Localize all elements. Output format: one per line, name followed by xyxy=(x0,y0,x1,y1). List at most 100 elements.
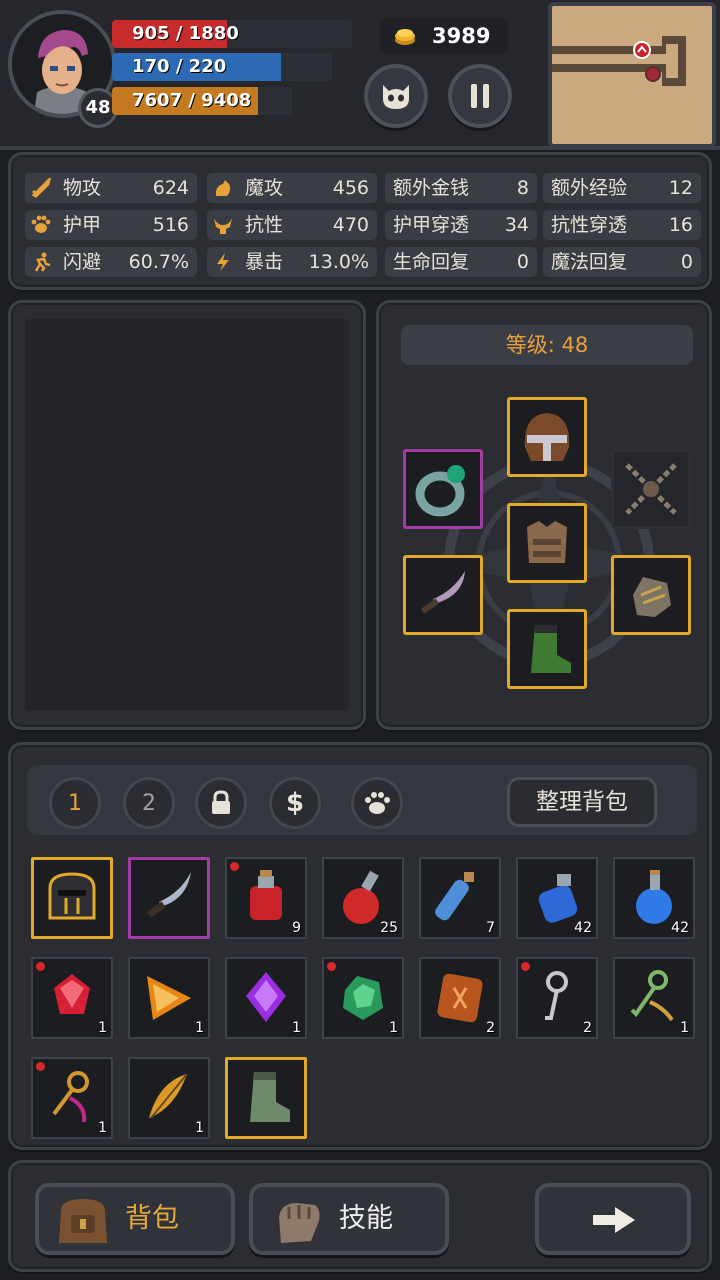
blue-potion-icon xyxy=(538,874,578,923)
character-preview-panel xyxy=(8,300,366,730)
inventory-slot[interactable] xyxy=(31,857,113,939)
armor-slot[interactable] xyxy=(507,503,587,583)
inventory-slot[interactable]: 2 xyxy=(516,957,598,1039)
tab-page-1[interactable]: 1 xyxy=(49,777,101,829)
blue-flask-icon xyxy=(636,870,672,924)
sort-inventory-button[interactable]: 整理背包 xyxy=(507,777,657,827)
tab-shop[interactable]: $ xyxy=(269,777,321,829)
inventory-slot[interactable]: 42 xyxy=(516,857,598,939)
stat-value: 34 xyxy=(504,214,529,236)
stat-label: 闪避 xyxy=(63,251,102,273)
item-count: 1 xyxy=(680,1020,689,1036)
inventory-slot[interactable]: 1 xyxy=(31,957,113,1039)
item-count: 1 xyxy=(389,1020,398,1036)
stat-6: 护甲穿透 34 xyxy=(385,210,537,240)
gloves-slot[interactable] xyxy=(611,555,691,635)
new-item-dot xyxy=(230,862,239,871)
weapon-slot[interactable] xyxy=(403,555,483,635)
horns-icon xyxy=(214,218,232,234)
stat-label: 魔法回复 xyxy=(551,251,628,273)
stat-2: 额外金钱 8 xyxy=(385,173,537,203)
stat-0: 物攻 624 xyxy=(25,173,197,203)
green-key-icon xyxy=(630,970,674,1022)
bag-button[interactable]: 背包 xyxy=(35,1183,235,1255)
next-button[interactable] xyxy=(535,1183,691,1255)
stat-value: 0 xyxy=(516,251,529,273)
inventory-slot[interactable]: 7 xyxy=(419,857,501,939)
skill-button[interactable]: 技能 xyxy=(249,1183,449,1255)
item-count: 1 xyxy=(292,1020,301,1036)
stat-value: 16 xyxy=(668,214,693,236)
stat-3: 额外经验 12 xyxy=(543,173,701,203)
inventory-slot[interactable]: 42 xyxy=(613,857,695,939)
ring-slot[interactable] xyxy=(403,449,483,529)
stat-label: 护甲穿透 xyxy=(393,214,470,236)
pause-button[interactable] xyxy=(448,64,512,128)
enemy-marker-icon xyxy=(645,66,661,82)
pet-face-icon xyxy=(383,85,409,109)
inventory-slot[interactable]: 1 xyxy=(128,1057,210,1139)
inventory-slot[interactable] xyxy=(128,857,210,939)
new-item-dot xyxy=(327,962,336,971)
bag-label: 背包 xyxy=(125,1203,179,1234)
minimap[interactable] xyxy=(548,2,716,148)
pet-button[interactable] xyxy=(364,64,428,128)
stat-7: 抗性穿透 16 xyxy=(543,210,701,240)
amulet-slot[interactable] xyxy=(611,449,691,529)
stat-value: 13.0% xyxy=(308,251,369,273)
stats-panel: 物攻 624 魔攻 456 额外金钱 8 额外经验 12 护甲 516 抗性 470 护甲穿透 34 抗性穿… xyxy=(8,152,712,290)
tab-pet[interactable] xyxy=(351,777,403,829)
paw-icon xyxy=(365,792,390,814)
stat-label: 魔攻 xyxy=(245,177,284,199)
chains-icon xyxy=(625,463,677,515)
arrow-right-icon xyxy=(593,1207,635,1233)
inventory-slot[interactable]: 1 xyxy=(31,1057,113,1139)
inventory-slot[interactable]: 1 xyxy=(613,957,695,1039)
top-bar: 48 905 / 1880 170 / 220 7607 / 9408 3989 xyxy=(0,0,720,150)
stat-4: 护甲 516 xyxy=(25,210,197,240)
tab-locked[interactable] xyxy=(195,777,247,829)
fist-icon xyxy=(279,1203,320,1243)
boots-icon xyxy=(531,625,571,673)
gauntlet-icon xyxy=(633,577,671,617)
silver-key-icon xyxy=(545,971,568,1020)
stat-11: 魔法回复 0 xyxy=(543,247,701,277)
stat-8: 闪避 60.7% xyxy=(25,247,197,277)
stat-label: 抗性 xyxy=(245,214,284,236)
running-icon xyxy=(34,252,51,272)
inventory-slot[interactable]: 1 xyxy=(322,957,404,1039)
stat-10: 生命回复 0 xyxy=(385,247,537,277)
item-count: 1 xyxy=(98,1120,107,1136)
sword-icon xyxy=(31,178,51,198)
inventory-slot[interactable]: 9 xyxy=(225,857,307,939)
inventory-slot[interactable] xyxy=(225,1057,307,1139)
bottom-bar: 背包 技能 xyxy=(8,1160,712,1272)
item-count: 9 xyxy=(292,920,301,936)
stat-label: 暴击 xyxy=(245,251,284,273)
inventory-slot[interactable]: 1 xyxy=(128,957,210,1039)
stat-value: 8 xyxy=(516,177,529,199)
equipment-panel: 等级: 48 xyxy=(376,300,712,730)
ring-icon xyxy=(415,465,465,517)
inventory-slot[interactable]: 2 xyxy=(419,957,501,1039)
character-preview-area xyxy=(25,319,349,711)
curved-dagger-icon xyxy=(146,872,191,918)
xp-text: 7607 / 9408 xyxy=(132,90,252,111)
gold-coin-icon xyxy=(395,29,415,45)
hp-text: 905 / 1880 xyxy=(132,23,239,44)
inventory-slot[interactable]: 25 xyxy=(322,857,404,939)
boots-slot[interactable] xyxy=(507,609,587,689)
gold-value: 3989 xyxy=(432,24,491,48)
helmet-slot[interactable] xyxy=(507,397,587,477)
hp-bar: 905 / 1880 xyxy=(112,20,352,48)
backpack-icon xyxy=(59,1199,107,1243)
orange-gem-icon xyxy=(147,976,191,1020)
red-potion-icon xyxy=(250,870,282,920)
tab-page-2[interactable]: 2 xyxy=(123,777,175,829)
inventory-slot[interactable]: 1 xyxy=(225,957,307,1039)
item-count: 42 xyxy=(671,920,689,936)
stat-5: 抗性 470 xyxy=(207,210,377,240)
skill-label: 技能 xyxy=(339,1203,393,1234)
stat-label: 护甲 xyxy=(63,214,102,236)
stat-label: 物攻 xyxy=(63,177,102,199)
